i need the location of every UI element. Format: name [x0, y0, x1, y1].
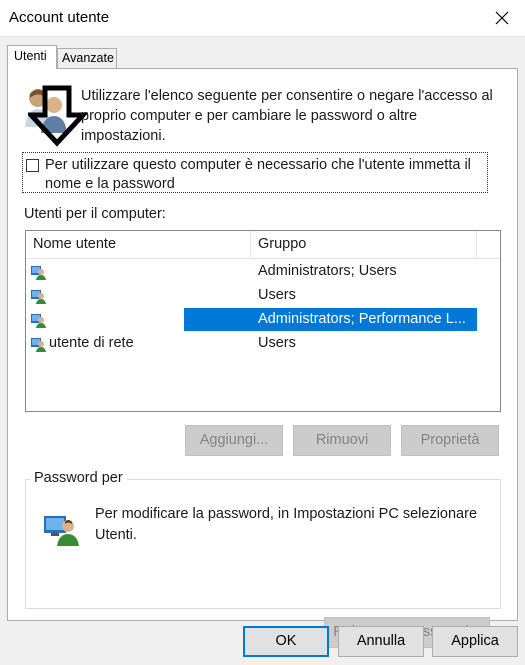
table-row[interactable]: Administrators; Users — [27, 259, 499, 284]
tab-utenti[interactable]: Utenti — [7, 45, 57, 69]
require-login-label[interactable]: Per utilizzare questo computer è necessa… — [45, 156, 485, 194]
intro-text: Utilizzare l'elenco seguente per consent… — [81, 88, 493, 144]
tab-avanzate[interactable]: Avanzate — [57, 48, 117, 69]
user-password-icon — [44, 516, 79, 546]
close-icon — [495, 11, 509, 25]
user-icon — [31, 290, 46, 304]
redacted-name — [46, 307, 184, 331]
users-list[interactable]: Nome utente Gruppo Administrators; Users… — [25, 230, 501, 412]
require-login-row[interactable]: Per utilizzare questo computer è necessa… — [22, 152, 488, 193]
password-info-text: Per modificare la password, in Impostazi… — [95, 506, 478, 543]
title-bar: Account utente — [0, 0, 525, 37]
add-user-button[interactable]: Aggiungi... — [185, 425, 283, 456]
column-nome-utente[interactable]: Nome utente — [33, 236, 116, 252]
list-header: Nome utente Gruppo — [26, 231, 500, 259]
password-group-title: Password per — [30, 470, 127, 486]
user-group: Administrators; Users — [258, 263, 397, 279]
user-name: utente di rete — [49, 335, 134, 351]
network-user-icon — [31, 338, 46, 352]
table-row[interactable]: Administrators; Performance L... — [27, 307, 499, 332]
users-list-label: Utenti per il computer: — [24, 206, 166, 222]
window-title: Account utente — [9, 9, 110, 26]
ok-button[interactable]: OK — [243, 626, 329, 657]
password-groupbox: Password per Per modificare la password,… — [25, 470, 501, 648]
close-button[interactable] — [479, 0, 525, 37]
require-login-checkbox[interactable] — [26, 159, 39, 172]
user-icon — [31, 266, 46, 280]
user-icon — [31, 314, 46, 328]
column-gruppo[interactable]: Gruppo — [258, 236, 306, 252]
redacted-name — [46, 259, 101, 283]
properties-button[interactable]: Proprietà — [401, 425, 499, 456]
cancel-button[interactable]: Annulla — [338, 626, 424, 657]
table-row[interactable]: Users — [27, 283, 499, 308]
column-divider[interactable] — [250, 231, 251, 258]
redacted-name — [46, 283, 183, 307]
tab-panel: Utilizzare l'elenco seguente per consent… — [7, 68, 518, 648]
user-group: Users — [258, 287, 296, 303]
tab-avanzate-label: Avanzate — [62, 51, 114, 65]
remove-user-button[interactable]: Rimuovi — [293, 425, 391, 456]
arrow-down-icon — [28, 85, 88, 147]
tab-utenti-label: Utenti — [14, 49, 47, 63]
table-row[interactable]: utente di rete Users — [27, 332, 499, 356]
column-divider[interactable] — [476, 231, 477, 258]
user-group: Administrators; Performance L... — [258, 311, 466, 327]
user-group: Users — [258, 335, 296, 351]
apply-button[interactable]: Applica — [432, 626, 518, 657]
